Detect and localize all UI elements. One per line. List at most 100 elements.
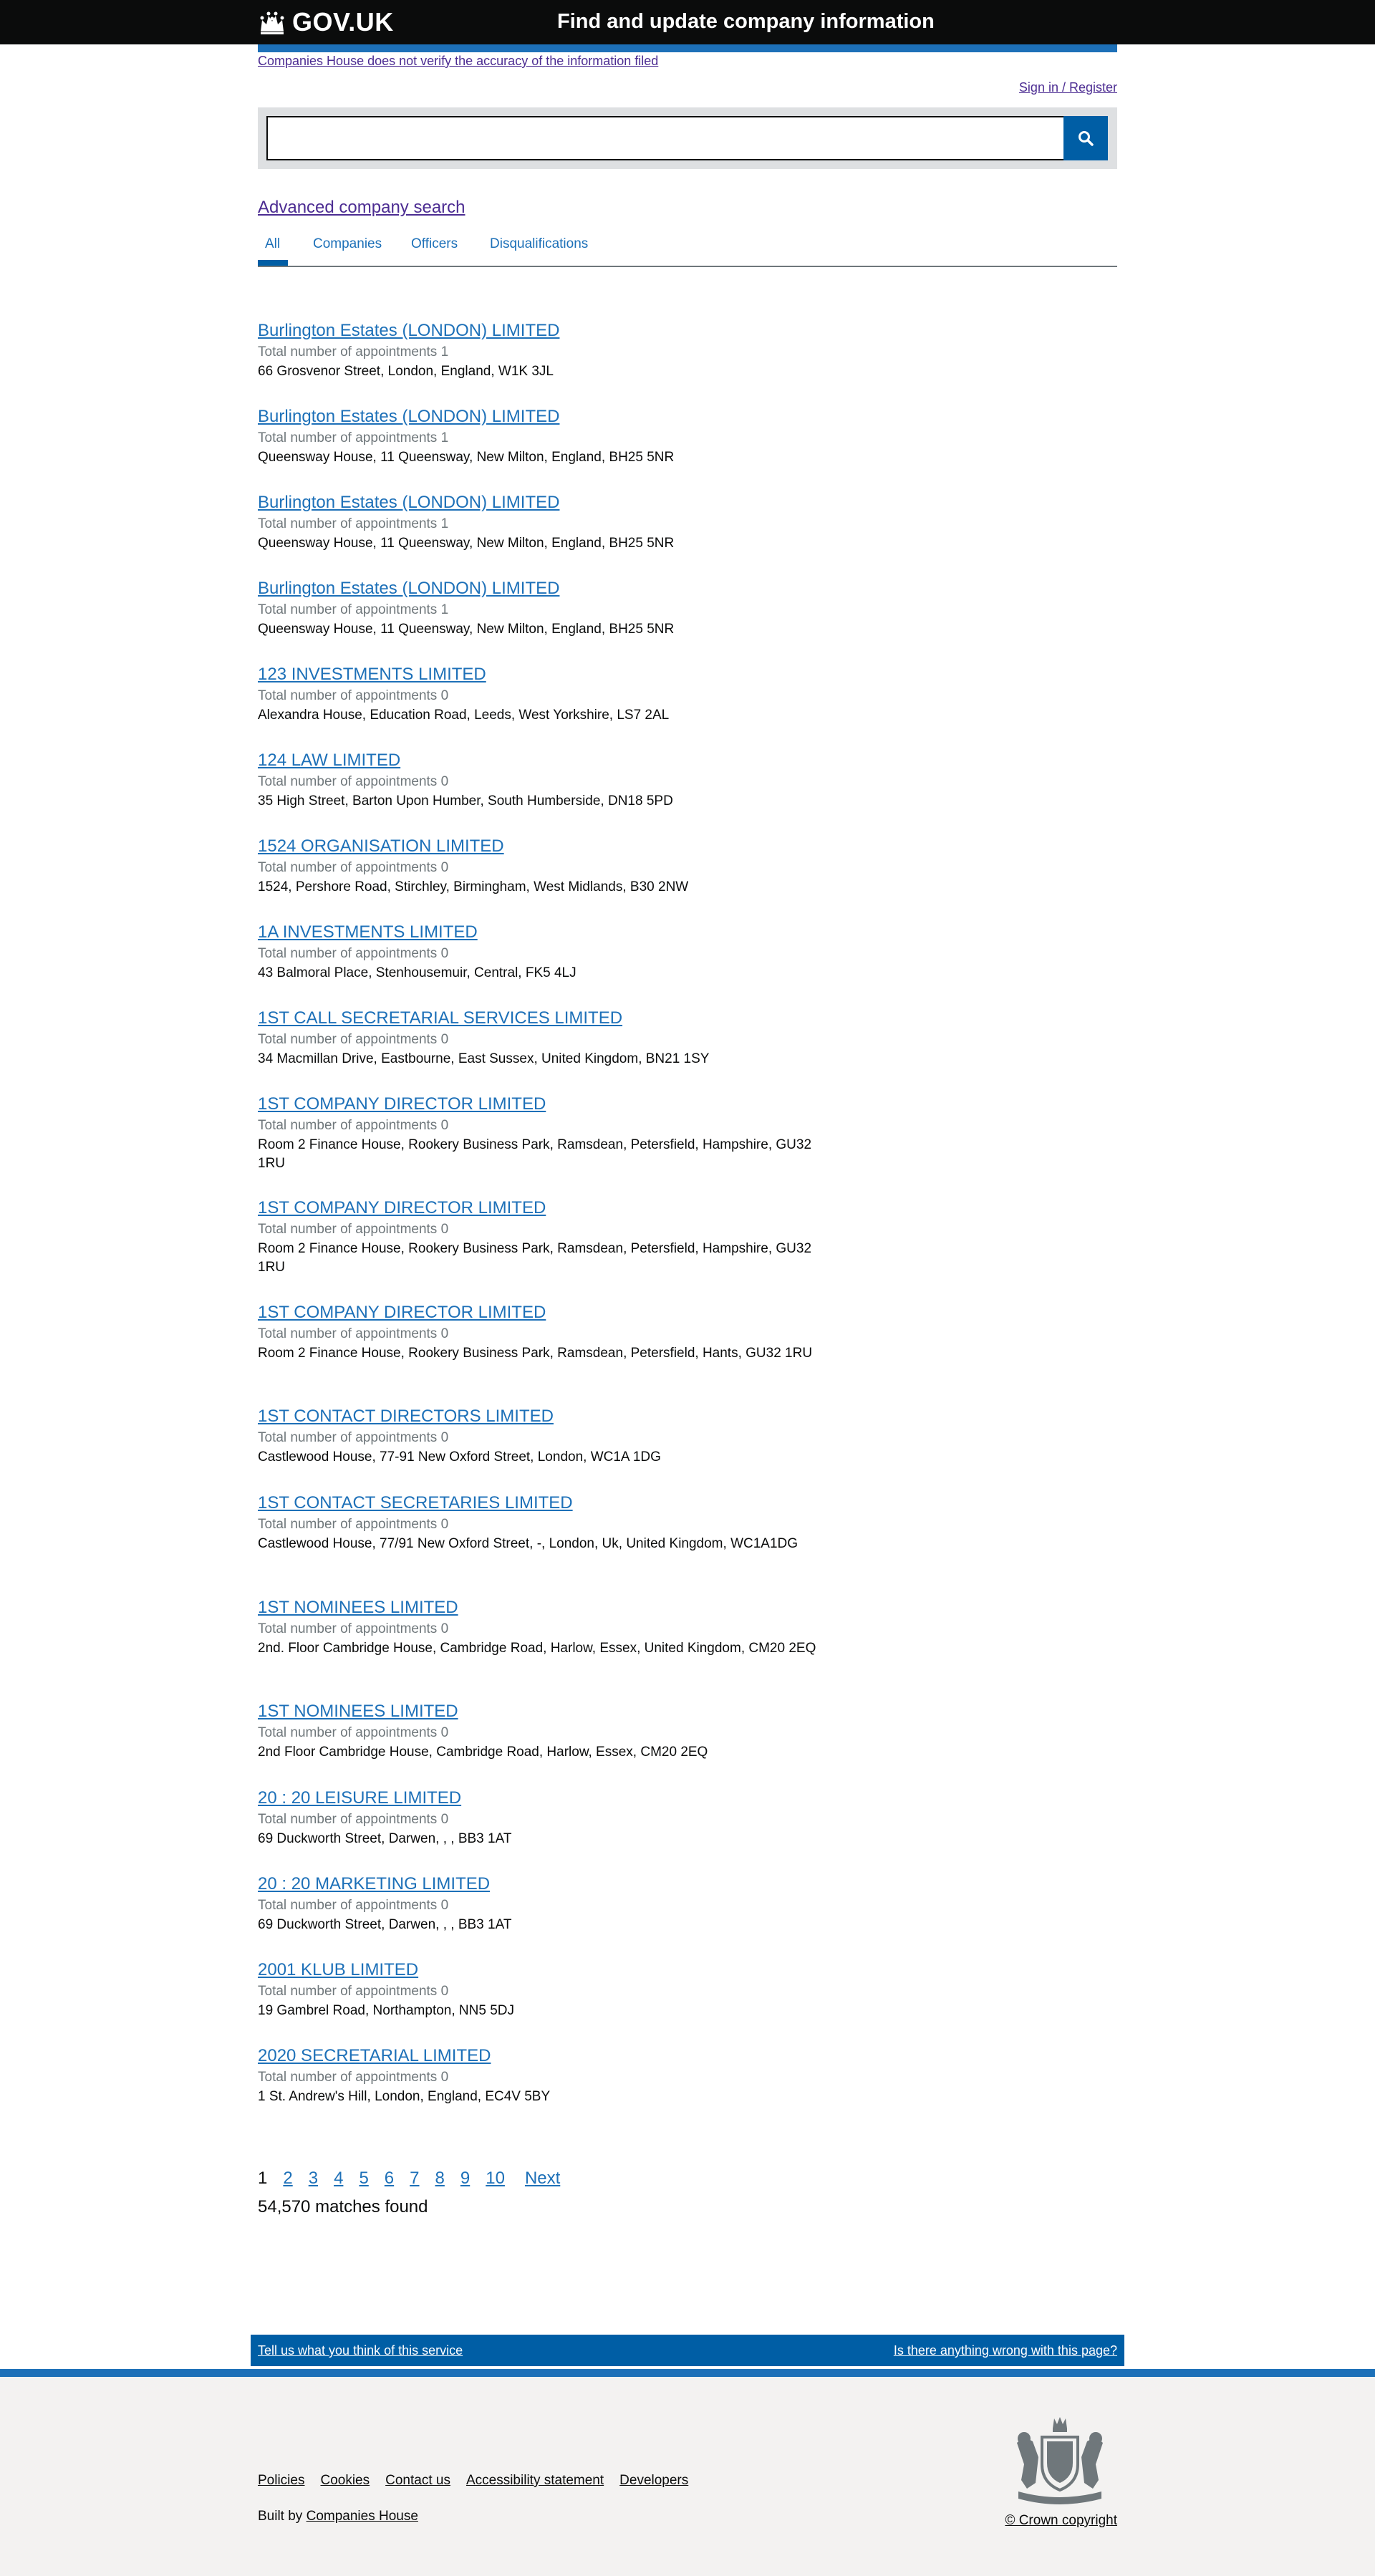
pagination-page-link[interactable]: 8 xyxy=(435,2169,445,2189)
logo-text: GOV.UK xyxy=(292,7,394,37)
footer-link-accessibility[interactable]: Accessibility statement xyxy=(466,2473,604,2489)
result-address: Queensway House, 11 Queensway, New Milto… xyxy=(258,536,675,551)
result-title-link[interactable]: 1ST COMPANY DIRECTOR LIMITED xyxy=(258,1197,546,1220)
feedback-link[interactable]: Tell us what you think of this service xyxy=(258,2343,463,2358)
result-appointments: Total number of appointments 1 xyxy=(258,516,449,531)
result-title-link[interactable]: Burlington Estates (LONDON) LIMITED xyxy=(258,405,559,428)
list-item: 124 LAW LIMITED Total number of appointm… xyxy=(258,749,816,835)
result-title-link[interactable]: 1ST COMPANY DIRECTOR LIMITED xyxy=(258,1301,546,1324)
result-title-link[interactable]: Burlington Estates (LONDON) LIMITED xyxy=(258,491,559,514)
result-address: 34 Macmillan Drive, Eastbourne, East Sus… xyxy=(258,1051,710,1066)
result-appointments: Total number of appointments 0 xyxy=(258,860,449,875)
footer-link-policies[interactable]: Policies xyxy=(258,2473,304,2489)
pagination-page-link[interactable]: 5 xyxy=(359,2169,368,2189)
service-name[interactable]: Find and update company information xyxy=(557,10,935,34)
footer-links: Policies Cookies Contact us Accessibilit… xyxy=(258,2473,704,2489)
pagination-next-link[interactable]: Next xyxy=(525,2169,560,2189)
pagination-page-link[interactable]: 9 xyxy=(460,2169,470,2189)
result-appointments: Total number of appointments 0 xyxy=(258,1725,449,1740)
result-title-link[interactable]: 1ST CALL SECRETARIAL SERVICES LIMITED xyxy=(258,1007,622,1030)
govuk-logo[interactable]: GOV.UK xyxy=(258,7,394,37)
list-item: 1ST COMPANY DIRECTOR LIMITED Total numbe… xyxy=(258,1197,816,1301)
result-title-link[interactable]: Burlington Estates (LONDON) LIMITED xyxy=(258,577,559,600)
site-header: GOV.UK Find and update company informati… xyxy=(0,0,1375,44)
result-address: 19 Gambrel Road, Northampton, NN5 5DJ xyxy=(258,2003,514,2018)
result-appointments: Total number of appointments 0 xyxy=(258,688,449,703)
result-address: 35 High Street, Barton Upon Humber, Sout… xyxy=(258,793,673,809)
result-title-link[interactable]: 2001 KLUB LIMITED xyxy=(258,1959,418,1982)
crown-copyright-link[interactable]: © Crown copyright xyxy=(1005,2513,1117,2528)
list-item: Burlington Estates (LONDON) LIMITED Tota… xyxy=(258,577,816,663)
result-title-link[interactable]: 123 INVESTMENTS LIMITED xyxy=(258,663,486,686)
result-title-link[interactable]: 1ST NOMINEES LIMITED xyxy=(258,1700,458,1723)
result-appointments: Total number of appointments 0 xyxy=(258,774,449,789)
tab-disqualifications[interactable]: Disqualifications xyxy=(490,236,588,252)
result-title-link[interactable]: 1ST CONTACT SECRETARIES LIMITED xyxy=(258,1492,573,1515)
list-item: 1ST CONTACT SECRETARIES LIMITED Total nu… xyxy=(258,1492,816,1596)
result-address: 69 Duckworth Street, Darwen, , , BB3 1AT xyxy=(258,1831,512,1846)
active-tab-indicator xyxy=(258,260,288,266)
result-appointments: Total number of appointments 0 xyxy=(258,1326,449,1341)
footer-link-contact[interactable]: Contact us xyxy=(385,2473,450,2489)
advanced-search-link[interactable]: Advanced company search xyxy=(258,198,465,217)
list-item: 1A INVESTMENTS LIMITED Total number of a… xyxy=(258,921,816,1007)
result-appointments: Total number of appointments 0 xyxy=(258,946,449,961)
result-title-link[interactable]: 1ST CONTACT DIRECTORS LIMITED xyxy=(258,1405,554,1428)
list-item: 1524 ORGANISATION LIMITED Total number o… xyxy=(258,835,816,921)
pagination-page-link[interactable]: 2 xyxy=(283,2169,292,2189)
result-title-link[interactable]: 1ST NOMINEES LIMITED xyxy=(258,1596,458,1619)
accuracy-notice: Companies House does not verify the accu… xyxy=(258,54,658,69)
result-title-link[interactable]: Burlington Estates (LONDON) LIMITED xyxy=(258,319,559,342)
result-appointments: Total number of appointments 0 xyxy=(258,1898,449,1913)
pagination-page-link[interactable]: 3 xyxy=(309,2169,318,2189)
pagination-page-link[interactable]: 6 xyxy=(385,2169,394,2189)
result-title-link[interactable]: 1ST COMPANY DIRECTOR LIMITED xyxy=(258,1093,546,1116)
pagination-page-link[interactable]: 7 xyxy=(410,2169,419,2189)
result-appointments: Total number of appointments 0 xyxy=(258,1812,449,1827)
built-by-prefix: Built by xyxy=(258,2509,307,2524)
search-button[interactable] xyxy=(1063,116,1108,160)
pagination: 1 2 3 4 5 6 7 8 9 10 Next xyxy=(258,2169,576,2189)
sign-in-register-link[interactable]: Sign in / Register xyxy=(1019,80,1117,95)
list-item: 20 : 20 LEISURE LIMITED Total number of … xyxy=(258,1787,816,1873)
pagination-current-page: 1 xyxy=(258,2169,268,2188)
result-appointments: Total number of appointments 0 xyxy=(258,1984,449,1999)
list-item: Burlington Estates (LONDON) LIMITED Tota… xyxy=(258,319,816,405)
result-title-link[interactable]: 1A INVESTMENTS LIMITED xyxy=(258,921,478,944)
result-address: Room 2 Finance House, Rookery Business P… xyxy=(258,1241,812,1275)
result-address: 1 St. Andrew's Hill, London, England, EC… xyxy=(258,2089,551,2104)
list-item: 1ST COMPANY DIRECTOR LIMITED Total numbe… xyxy=(258,1093,816,1197)
result-title-link[interactable]: 1524 ORGANISATION LIMITED xyxy=(258,835,504,858)
pagination-page-link[interactable]: 4 xyxy=(334,2169,343,2189)
tab-officers[interactable]: Officers xyxy=(411,236,458,252)
list-item: 1ST NOMINEES LIMITED Total number of app… xyxy=(258,1596,816,1700)
footer-link-developers[interactable]: Developers xyxy=(619,2473,688,2489)
result-title-link[interactable]: 20 : 20 LEISURE LIMITED xyxy=(258,1787,461,1810)
footer-link-cookies[interactable]: Cookies xyxy=(320,2473,370,2489)
result-title-link[interactable]: 20 : 20 MARKETING LIMITED xyxy=(258,1873,490,1896)
result-address: 1524, Pershore Road, Stirchley, Birmingh… xyxy=(258,879,689,894)
pagination-page-link[interactable]: 10 xyxy=(486,2169,505,2189)
built-by: Built by Companies House xyxy=(258,2509,418,2524)
result-address: Room 2 Finance House, Rookery Business P… xyxy=(258,1346,813,1361)
royal-coat-of-arms-icon xyxy=(1017,2417,1103,2504)
search-icon xyxy=(1079,131,1094,146)
result-appointments: Total number of appointments 0 xyxy=(258,1222,449,1237)
list-item: 1ST COMPANY DIRECTOR LIMITED Total numbe… xyxy=(258,1301,816,1405)
tab-companies[interactable]: Companies xyxy=(313,236,382,252)
result-title-link[interactable]: 124 LAW LIMITED xyxy=(258,749,400,772)
tab-all[interactable]: All xyxy=(265,236,280,252)
list-item: 2020 SECRETARIAL LIMITED Total number of… xyxy=(258,2045,816,2131)
accuracy-notice-link[interactable]: Companies House does not verify the accu… xyxy=(258,54,658,68)
header-blue-bar xyxy=(258,44,1117,52)
result-address: Queensway House, 11 Queensway, New Milto… xyxy=(258,450,675,465)
result-address: Alexandra House, Education Road, Leeds, … xyxy=(258,708,670,723)
list-item: Burlington Estates (LONDON) LIMITED Tota… xyxy=(258,405,816,491)
search-input[interactable] xyxy=(266,116,1065,160)
list-item: 2001 KLUB LIMITED Total number of appoin… xyxy=(258,1959,816,2045)
result-address: Castlewood House, 77/91 New Oxford Stree… xyxy=(258,1536,799,1551)
result-title-link[interactable]: 2020 SECRETARIAL LIMITED xyxy=(258,2045,491,2068)
companies-house-link[interactable]: Companies House xyxy=(307,2509,418,2524)
result-appointments: Total number of appointments 0 xyxy=(258,1032,449,1047)
report-problem-link[interactable]: Is there anything wrong with this page? xyxy=(894,2343,1117,2358)
